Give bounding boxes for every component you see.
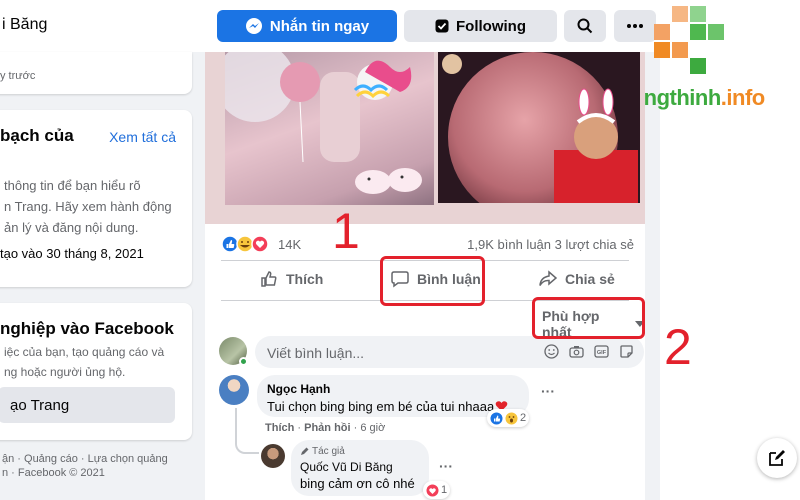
sidebar-card-transparency: bạch của Xem tất cả thông tin để bạn hiể… [0, 110, 192, 287]
create-page-desc-line: iệc của bạn, tạo quảng cáo và [4, 345, 165, 359]
comment-composer: Viết bình luận... GIF [219, 335, 644, 369]
truongthinh-logo-icon [654, 6, 724, 74]
reactions-icon[interactable] [221, 235, 273, 253]
search-button[interactable] [564, 10, 606, 42]
annotation-number-2: 2 [664, 319, 692, 375]
compose-icon [769, 450, 785, 466]
post-photo-2[interactable] [438, 52, 640, 203]
photo-1-illustration [225, 52, 422, 194]
online-status-icon [239, 357, 248, 366]
reply-reactions[interactable]: 1 [423, 481, 451, 499]
comment-input[interactable]: Viết bình luận... GIF [255, 336, 644, 368]
avatar[interactable] [261, 444, 285, 468]
transparency-desc-line: ản lý và đăng nội dung. [4, 220, 139, 235]
following-button[interactable]: Following [404, 10, 557, 42]
see-all-link[interactable]: Xem tất cả [109, 129, 176, 145]
gif-icon[interactable]: GIF [594, 344, 609, 359]
like-reaction-icon [490, 412, 503, 424]
send-message-label: Nhắn tin ngay [269, 17, 370, 35]
comment-placeholder: Viết bình luận... [267, 345, 365, 361]
following-check-icon [435, 19, 449, 33]
create-page-button-label: ạo Trang [10, 397, 70, 414]
following-label: Following [456, 17, 526, 35]
author-badge: Tác giả [300, 446, 420, 457]
messenger-icon [245, 18, 262, 34]
svg-text:GIF: GIF [597, 350, 607, 356]
page-header: i Băng Nhắn tin ngay Following [0, 0, 660, 52]
wow-reaction-icon [505, 412, 518, 424]
comment-time[interactable]: 6 giờ [360, 422, 385, 434]
emoji-icon[interactable] [544, 344, 559, 359]
comment-share-count[interactable]: 1,9K bình luận 3 lượt chia sẻ [467, 237, 634, 252]
new-message-button[interactable] [757, 438, 797, 478]
transparency-desc-line: n Trang. Hãy xem hành động [4, 199, 172, 214]
sidebar-card-create-page: nghiệp vào Facebook iệc của bạn, tạo quả… [0, 303, 192, 440]
reply-author[interactable]: Quốc Vũ Di Băng [300, 460, 420, 474]
comment-reactions[interactable]: 2 [487, 409, 530, 427]
reply-item: Tác giả Quốc Vũ Di Băng bing cảm ơn cô n… [261, 440, 645, 500]
post-photos [205, 52, 645, 224]
photo-2-illustration [438, 52, 640, 203]
comment-meta: Thích · Phản hồi · 6 giờ [265, 422, 386, 434]
create-page-button[interactable]: ạo Trang [0, 387, 175, 423]
comment-reply-link[interactable]: Phản hồi [304, 422, 350, 434]
comment-reaction-count: 2 [520, 412, 527, 424]
transparency-desc-line: thông tin để bạn hiểu rõ [4, 178, 141, 193]
highlight-comment-box [380, 256, 485, 306]
thumbs-up-icon [261, 271, 277, 287]
footer-links[interactable]: ận · Quảng cáo · Lựa chọn quảng [2, 453, 168, 465]
footer-copyright: n · Facebook © 2021 [2, 467, 105, 479]
camera-icon[interactable] [569, 344, 584, 359]
composer-tools: GIF [544, 344, 634, 359]
create-page-heading: nghiệp vào Facebook [0, 319, 174, 338]
sticker-icon[interactable] [619, 344, 634, 359]
page-created-date: tạo vào 30 tháng 8, 2021 [0, 246, 144, 261]
transparency-heading: bạch của [0, 126, 74, 145]
like-button[interactable]: Thích [260, 270, 323, 288]
reply-reaction-count: 1 [441, 484, 448, 496]
comment-text: Tui chọn bing bing em bé của tui nhaaa [267, 399, 519, 414]
highlight-sort-box [532, 297, 645, 339]
reply-options-icon[interactable]: ··· [439, 458, 453, 474]
share-label: Chia sẻ [565, 271, 615, 287]
comment-like-link[interactable]: Thích [265, 422, 294, 434]
reaction-count[interactable]: 14K [278, 237, 301, 252]
comment-author[interactable]: Ngọc Hạnh [267, 382, 519, 396]
pencil-icon [301, 447, 309, 455]
post-stats: 14K 1,9K bình luận 3 lượt chia sẻ [205, 232, 645, 256]
intro-timestamp: y trước [0, 70, 36, 82]
sidebar-card-intro: y trước [0, 52, 192, 94]
share-icon [539, 270, 557, 286]
annotation-number-1: 1 [332, 203, 360, 259]
reply-text: bing cảm ơn cô nhé [300, 476, 415, 491]
post-photo-1[interactable] [225, 52, 434, 205]
create-page-desc-line: ng hoặc người ủng hộ. [4, 365, 126, 379]
reply-bubble: Tác giả Quốc Vũ Di Băng bing cảm ơn cô n… [291, 440, 429, 496]
comment-item: Ngọc Hạnh Tui chọn bing bing em bé của t… [219, 375, 639, 435]
ellipsis-icon [627, 24, 643, 28]
thread-connector [235, 408, 259, 454]
comment-bubble: Ngọc Hạnh Tui chọn bing bing em bé của t… [257, 375, 529, 417]
love-reaction-icon [426, 484, 439, 496]
more-options-button[interactable] [614, 10, 656, 42]
avatar[interactable] [219, 375, 249, 405]
like-label: Thích [286, 271, 324, 287]
search-icon [577, 18, 593, 34]
send-message-button[interactable]: Nhắn tin ngay [217, 10, 397, 42]
comment-options-icon[interactable]: ··· [541, 383, 555, 399]
page-title[interactable]: i Băng [2, 16, 47, 34]
share-button[interactable]: Chia sẻ [539, 270, 615, 288]
